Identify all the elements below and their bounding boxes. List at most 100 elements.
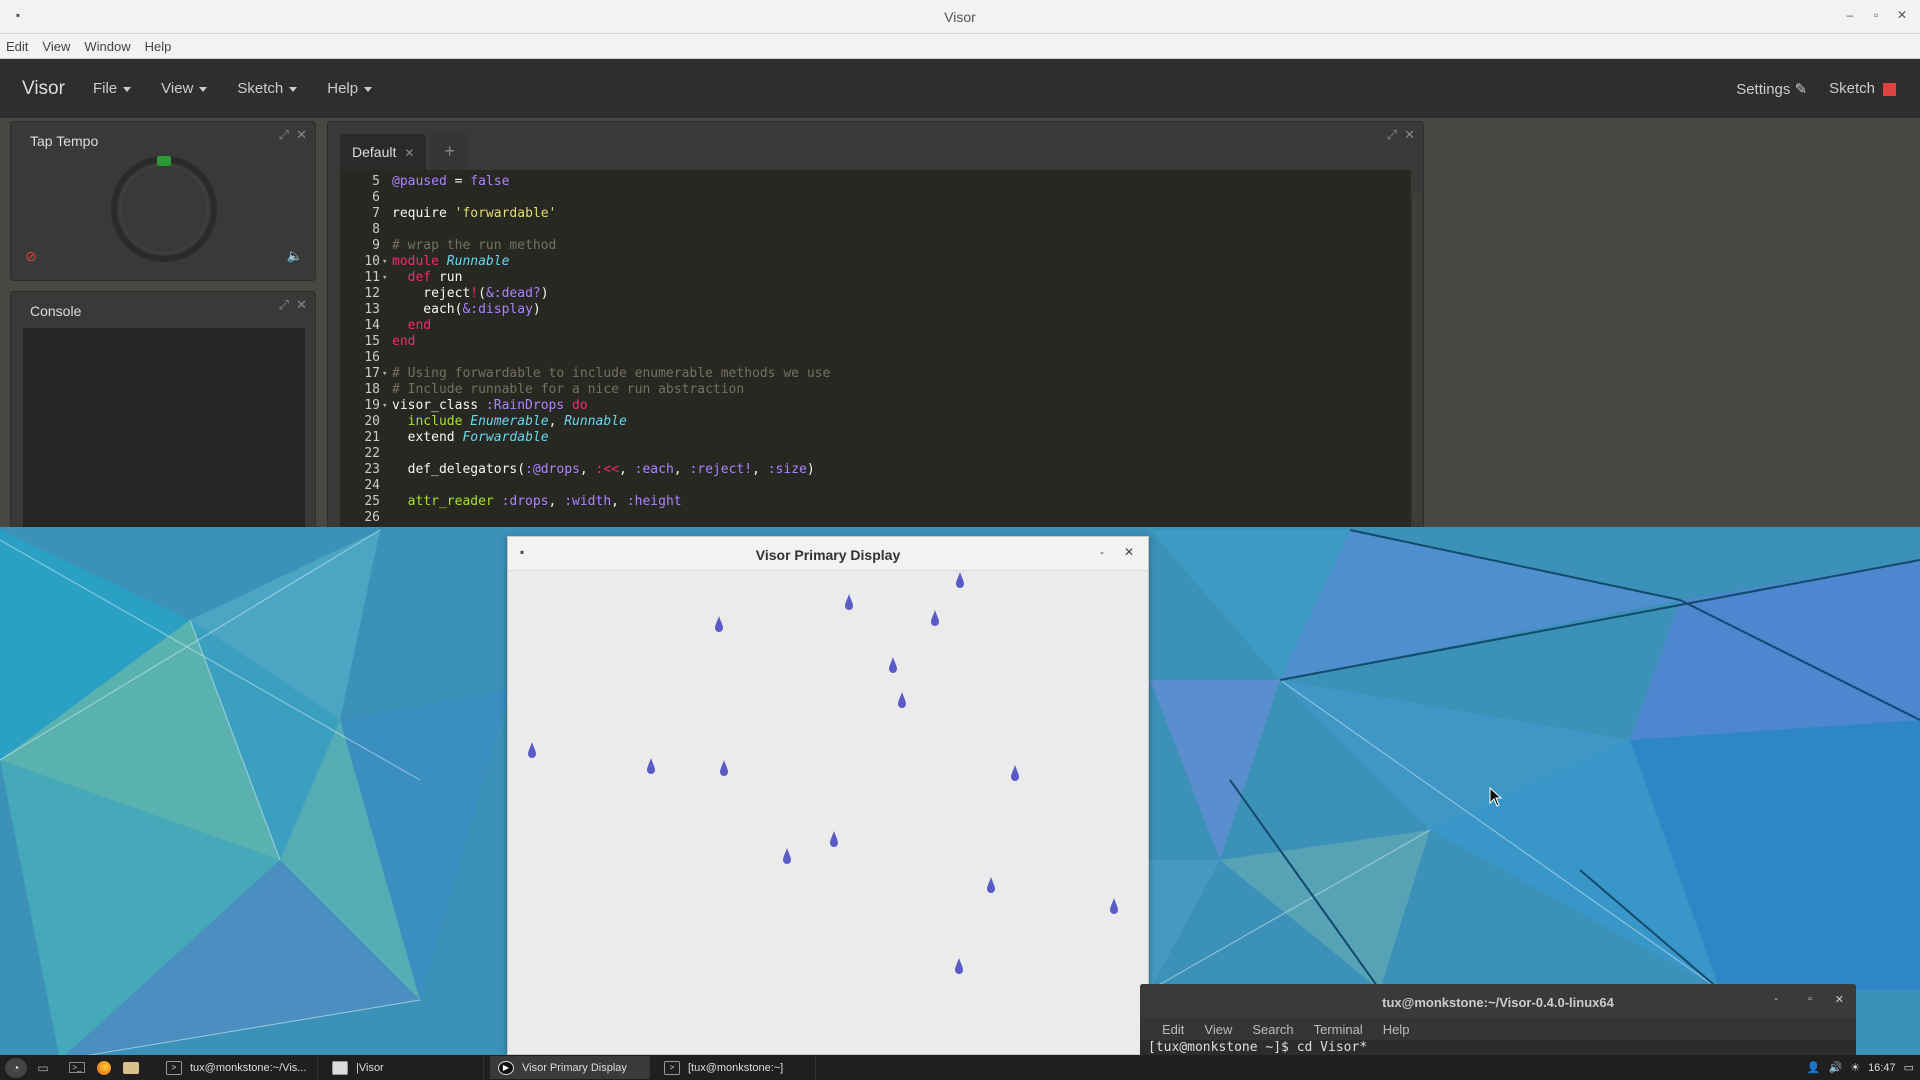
code-line[interactable]: 13 each(&:display) — [340, 302, 1411, 318]
expand-icon[interactable]: ⤢ — [279, 297, 289, 313]
task-visor[interactable]: |Visor — [324, 1056, 484, 1079]
fold-arrow-icon[interactable] — [382, 462, 390, 478]
code-line[interactable]: 12 reject!(&:dead?) — [340, 286, 1411, 302]
code-line[interactable]: 7 require 'forwardable' — [340, 206, 1411, 222]
fold-arrow-icon[interactable] — [382, 190, 390, 206]
expand-icon[interactable]: ⤢ — [1387, 127, 1397, 143]
minimize-icon[interactable]: – — [1842, 8, 1858, 22]
sketch-status-label: Sketch — [1829, 80, 1875, 97]
tempo-dial[interactable] — [104, 154, 224, 274]
console-output[interactable] — [23, 328, 305, 527]
terminal-menu-search[interactable]: Search — [1252, 1022, 1293, 1037]
minimize-icon[interactable]: - — [1100, 545, 1104, 559]
fold-arrow-icon[interactable] — [382, 302, 390, 318]
fold-arrow-icon[interactable]: ▾ — [382, 366, 390, 382]
code-line[interactable]: 22 — [340, 446, 1411, 462]
close-icon[interactable]: ✕ — [296, 297, 307, 313]
menu-help[interactable]: Help — [145, 39, 172, 54]
code-line[interactable]: 25 attr_reader :drops, :width, :height — [340, 494, 1411, 510]
nav-help[interactable]: Help — [327, 80, 373, 97]
settings-button[interactable]: Settings ✎ — [1736, 80, 1807, 98]
terminal-prompt-line[interactable]: [tux@monkstone ~]$ cd Visor* — [1140, 1040, 1856, 1055]
fold-arrow-icon[interactable] — [382, 414, 390, 430]
start-menu-icon[interactable]: ◔ — [5, 1057, 27, 1078]
maximize-icon[interactable]: ▫ — [1868, 8, 1884, 22]
fold-arrow-icon[interactable] — [382, 478, 390, 494]
show-desktop-icon[interactable]: ▭ — [32, 1058, 54, 1078]
minimize-icon[interactable]: - — [1774, 993, 1778, 1005]
fold-arrow-icon[interactable] — [382, 286, 390, 302]
task-terminal-home[interactable]: > [tux@monkstone:~] — [656, 1056, 816, 1079]
code-line[interactable]: 21 extend Forwardable — [340, 430, 1411, 446]
fold-arrow-icon[interactable] — [382, 174, 390, 190]
fold-arrow-icon[interactable] — [382, 494, 390, 510]
code-line[interactable]: 5 @paused = false — [340, 174, 1411, 190]
code-line[interactable]: 23 def_delegators(:@drops, :<<, :each, :… — [340, 462, 1411, 478]
fold-arrow-icon[interactable] — [382, 510, 390, 526]
nav-view[interactable]: View — [161, 80, 208, 97]
firefox-icon[interactable] — [93, 1058, 115, 1078]
terminal-menu-help[interactable]: Help — [1383, 1022, 1410, 1037]
code-line[interactable]: 10 ▾ module Runnable — [340, 254, 1411, 270]
terminal-menu-terminal[interactable]: Terminal — [1314, 1022, 1363, 1037]
code-line[interactable]: 8 — [340, 222, 1411, 238]
code-line[interactable]: 15 end — [340, 334, 1411, 350]
nav-sketch[interactable]: Sketch — [237, 80, 298, 97]
add-tab-button[interactable]: + — [430, 134, 469, 170]
volume-icon[interactable]: 🔊 — [1828, 1061, 1842, 1074]
code-line[interactable]: 14 end — [340, 318, 1411, 334]
fold-arrow-icon[interactable]: ▾ — [382, 270, 390, 286]
code-line[interactable]: 18 # Include runnable for a nice run abst… — [340, 382, 1411, 398]
terminal-menu-edit[interactable]: Edit — [1162, 1022, 1184, 1037]
task-terminal-visor[interactable]: > tux@monkstone:~/Vis... — [158, 1056, 318, 1079]
editor-scrollbar[interactable] — [1413, 192, 1421, 522]
code-line[interactable]: 24 — [340, 478, 1411, 494]
brand-logo[interactable]: Visor — [22, 78, 65, 100]
clock[interactable]: 16:47 — [1868, 1062, 1896, 1074]
nav-file[interactable]: File — [93, 80, 132, 97]
code-line[interactable]: 26 — [340, 510, 1411, 526]
code-line[interactable]: 20 include Enumerable, Runnable — [340, 414, 1411, 430]
fold-arrow-icon[interactable] — [382, 350, 390, 366]
terminal-launcher-icon[interactable]: >_ — [66, 1058, 88, 1078]
fold-arrow-icon[interactable] — [382, 318, 390, 334]
fold-arrow-icon[interactable] — [382, 206, 390, 222]
code-line[interactable]: 17 ▾ # Using forwardable to include enumer… — [340, 366, 1411, 382]
close-icon[interactable]: ✕ — [1835, 993, 1844, 1006]
reset-icon[interactable]: ⊘ — [25, 248, 37, 265]
task-visor-primary-display[interactable]: ▶ Visor Primary Display — [490, 1056, 650, 1079]
tab-default[interactable]: Default ✕ — [340, 134, 427, 170]
fold-arrow-icon[interactable] — [382, 446, 390, 462]
close-icon[interactable]: ✕ — [1404, 127, 1415, 143]
menu-edit[interactable]: Edit — [6, 39, 28, 54]
close-icon[interactable]: ✕ — [296, 127, 307, 143]
fold-arrow-icon[interactable] — [382, 382, 390, 398]
close-icon[interactable]: ✕ — [1124, 545, 1134, 559]
menu-window[interactable]: Window — [84, 39, 130, 54]
tab-close-icon[interactable]: ✕ — [404, 146, 414, 160]
sketch-status-button[interactable]: Sketch — [1829, 80, 1896, 97]
fold-arrow-icon[interactable]: ▾ — [382, 254, 390, 270]
fold-arrow-icon[interactable] — [382, 238, 390, 254]
code-line[interactable]: 9 # wrap the run method — [340, 238, 1411, 254]
terminal-menu-view[interactable]: View — [1204, 1022, 1232, 1037]
code-line[interactable]: 16 — [340, 350, 1411, 366]
fold-arrow-icon[interactable] — [382, 222, 390, 238]
close-icon[interactable]: ✕ — [1894, 8, 1910, 22]
user-icon[interactable]: 👤 — [1807, 1061, 1821, 1074]
brightness-icon[interactable]: ☀ — [1850, 1061, 1860, 1074]
menu-view[interactable]: View — [42, 39, 70, 54]
fold-arrow-icon[interactable]: ▾ — [382, 398, 390, 414]
maximize-icon[interactable]: ▫ — [1808, 993, 1812, 1005]
fold-arrow-icon[interactable] — [382, 334, 390, 350]
speaker-icon[interactable]: 🔈 — [287, 248, 303, 264]
notifications-icon[interactable]: ▭ — [1904, 1061, 1914, 1074]
code-line[interactable]: 6 — [340, 190, 1411, 206]
code-editor[interactable]: 5 @paused = false 6 7 require 'forwardable' 8… — [340, 170, 1411, 527]
fold-arrow-icon[interactable] — [382, 430, 390, 446]
code-line[interactable]: 11 ▾ def run — [340, 270, 1411, 286]
rain-canvas[interactable] — [508, 572, 1149, 1055]
expand-icon[interactable]: ⤢ — [279, 127, 289, 143]
file-manager-icon[interactable] — [120, 1058, 142, 1078]
code-line[interactable]: 19 ▾ visor_class :RainDrops do — [340, 398, 1411, 414]
